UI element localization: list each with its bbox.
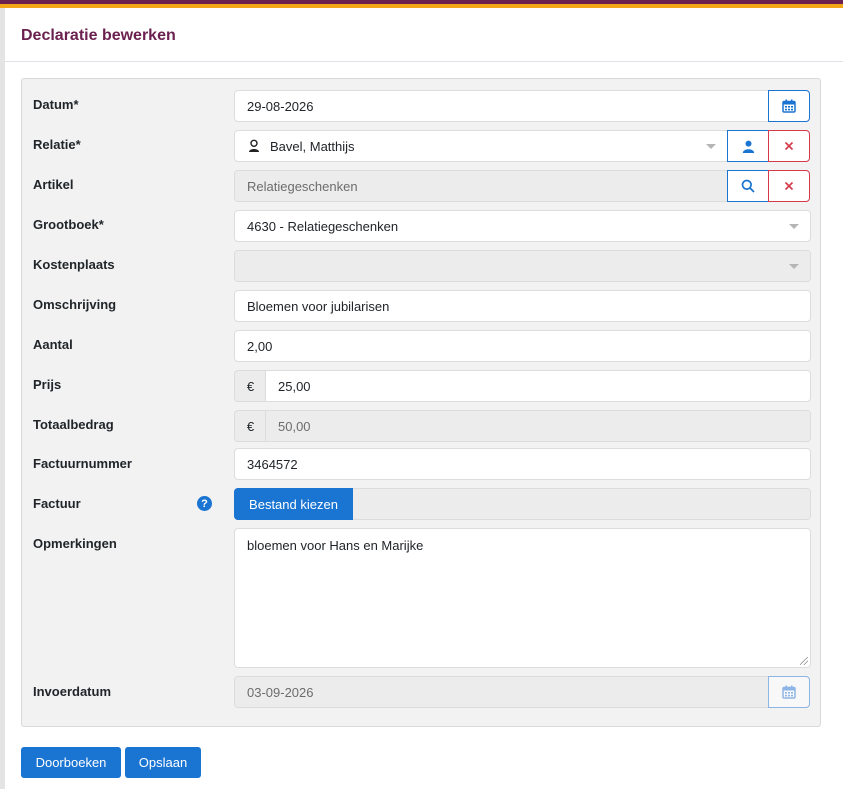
kostenplaats-label: Kostenplaats [33,257,115,272]
opmerkingen-value: bloemen voor Hans en Marijke [247,538,424,553]
calendar-icon [782,685,796,699]
artikel-search-button[interactable] [727,170,769,202]
relatie-select[interactable]: Bavel, Matthijs [234,130,728,162]
page-title: Declaratie bewerken [21,27,176,44]
user-icon [742,140,754,153]
prijs-input[interactable]: 25,00 [265,370,811,402]
resize-grip-icon[interactable] [800,657,808,665]
doorboeken-button[interactable]: Doorboeken [21,747,121,778]
relatie-user-button[interactable] [727,130,769,162]
omschrijving-label: Omschrijving [33,297,117,312]
datum-label: Datum* [33,97,79,112]
opmerkingen-label: Opmerkingen [33,536,117,551]
prijs-currency: € [234,370,266,402]
opslaan-button[interactable]: Opslaan [125,747,201,778]
factuur-label: Factuur [33,496,81,511]
grootboek-label: Grootboek* [33,217,104,232]
artikel-input: Relatiegeschenken [234,170,728,202]
grootboek-select[interactable]: 4630 - Relatiegeschenken [234,210,811,242]
artikel-label: Artikel [33,177,74,192]
totaalbedrag-value: 50,00 [278,418,311,434]
grootboek-value: 4630 - Relatiegeschenken [247,218,399,234]
invoerdatum-input: 03-09-2026 [234,676,769,708]
modal-header: Declaratie bewerken [5,8,843,62]
datum-calendar-button[interactable] [768,90,810,122]
prijs-value: 25,00 [278,378,311,394]
totaalbedrag-label: Totaalbedrag [33,417,114,432]
datum-input[interactable]: 29-08-2026 [234,90,769,122]
kostenplaats-select [234,250,811,282]
relatie-value: Bavel, Matthijs [270,138,355,154]
factuur-file-input[interactable]: Bestand kiezen [234,488,811,520]
factuurnummer-label: Factuurnummer [33,456,132,471]
omschrijving-input[interactable]: Bloemen voor jubilarisen [234,290,811,322]
factuurnummer-value: 3464572 [247,456,298,472]
artikel-clear-button[interactable] [768,170,810,202]
close-icon [784,181,794,191]
invoerdatum-value: 03-09-2026 [247,684,314,700]
close-icon [784,141,794,151]
person-icon [249,139,259,152]
prijs-label: Prijs [33,377,62,392]
choose-file-button[interactable]: Bestand kiezen [234,488,353,520]
page-edge [0,0,5,789]
invoerdatum-label: Invoerdatum [33,684,112,699]
totaalbedrag-input: 50,00 [265,410,811,442]
aantal-value: 2,00 [247,338,273,354]
relatie-label: Relatie* [33,137,81,152]
form-card: Datum* 29-08-2026 Relatie* Bavel, Matthi… [21,78,821,727]
opmerkingen-textarea[interactable]: bloemen voor Hans en Marijke [234,528,811,668]
factuurnummer-input[interactable]: 3464572 [234,448,811,480]
omschrijving-value: Bloemen voor jubilarisen [247,298,390,314]
datum-value: 29-08-2026 [247,98,314,114]
invoerdatum-calendar-button [768,676,810,708]
relatie-clear-button[interactable] [768,130,810,162]
artikel-value: Relatiegeschenken [247,178,358,194]
aantal-label: Aantal [33,337,73,352]
totaalbedrag-currency: € [234,410,266,442]
aantal-input[interactable]: 2,00 [234,330,811,362]
calendar-icon [782,99,796,113]
search-icon [741,179,755,193]
help-icon[interactable]: ? [197,496,212,511]
